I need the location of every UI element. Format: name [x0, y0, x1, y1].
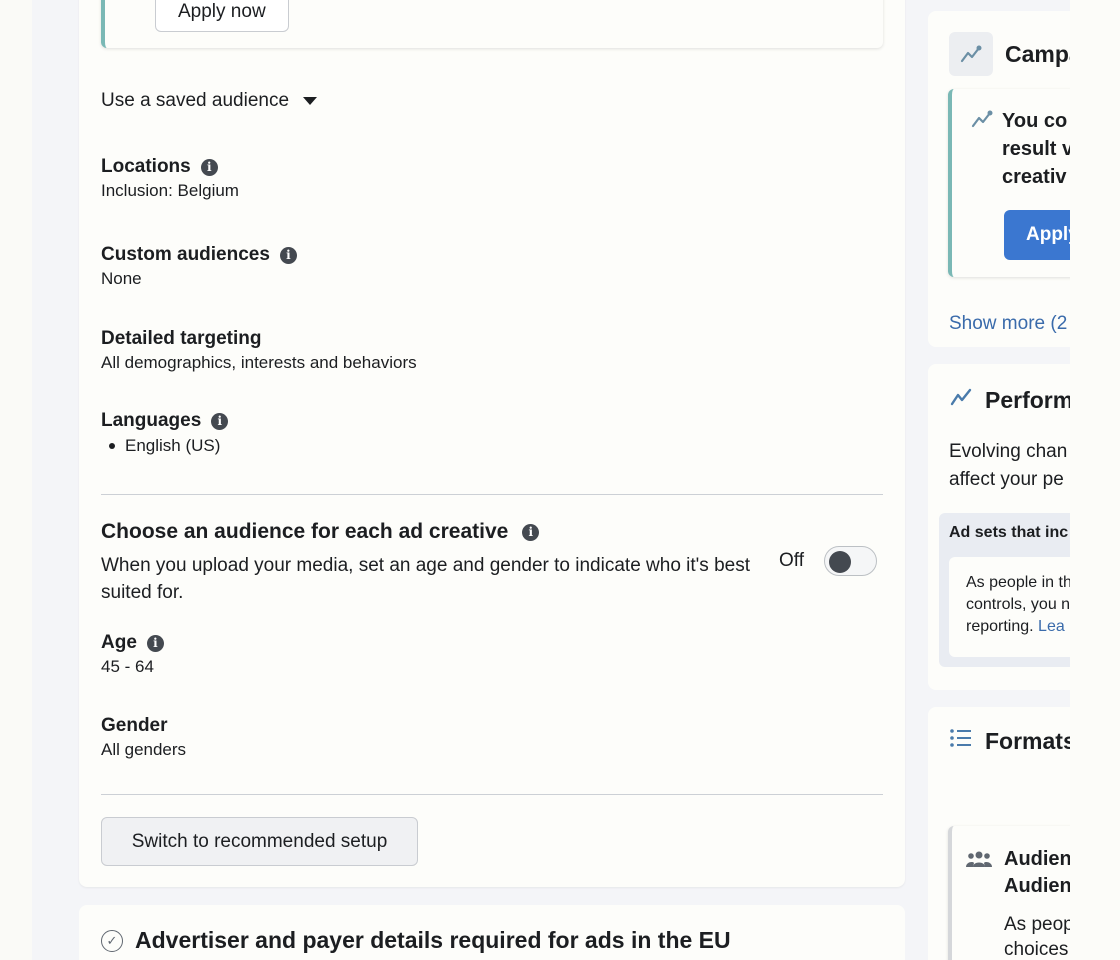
age-value: 45 - 64 [101, 657, 154, 676]
saved-audience-label: Use a saved audience [101, 90, 290, 111]
audience-title-line: Audien [1004, 848, 1070, 870]
info-icon[interactable]: i [200, 158, 218, 176]
locations-field: Locations i Inclusion: Belgium [101, 156, 239, 201]
choose-audience-title: Choose an audience for each ad creative … [101, 520, 540, 544]
age-label: Age [101, 632, 137, 653]
languages-label: Languages [101, 410, 202, 431]
language-value: English (US) [125, 436, 221, 455]
gender-label: Gender [101, 715, 168, 736]
formats-audience-text: As peop choices [1004, 912, 1070, 960]
campaign-header: Campa [949, 32, 1070, 76]
list-icon [949, 727, 973, 755]
performance-header: Perform [949, 386, 1070, 414]
divider [101, 794, 883, 795]
formats-audience-title: Audien Audien [1004, 846, 1070, 900]
gender-field: Gender All genders [101, 715, 186, 760]
info-icon[interactable]: i [522, 523, 540, 541]
campaign-tip-text: You co result v creativ [1002, 107, 1070, 191]
locations-value: Inclusion: Belgium [101, 181, 239, 200]
adsets-line: controls, you n [966, 596, 1070, 613]
saved-audience-dropdown[interactable]: Use a saved audience [101, 90, 318, 112]
list-item: English (US) [109, 436, 228, 456]
switch-to-recommended-button[interactable]: Switch to recommended setup [101, 817, 418, 866]
formats-title: Formats [985, 727, 1070, 754]
adsets-line: reporting. [966, 618, 1034, 635]
tip-line: You co [1002, 110, 1068, 132]
detailed-targeting-value: All demographics, interests and behavior… [101, 353, 417, 372]
audience-toggle[interactable] [824, 546, 877, 576]
tip-line: creativ [1002, 166, 1067, 188]
adsets-text: As people in th controls, you n reportin… [966, 572, 1070, 638]
trend-line-icon [949, 386, 973, 414]
audience-text-line: As peop [1004, 914, 1070, 935]
formats-header: Formats [949, 727, 1070, 755]
bullet-icon [109, 443, 115, 449]
languages-field: Languages i English (US) [101, 410, 229, 456]
formats-audience-box: Audien Audien As peop choices [948, 826, 1070, 960]
performance-line: Evolving chan [949, 441, 1068, 462]
info-icon[interactable]: i [279, 246, 297, 264]
campaign-card: Campa You co result v creativ Apply Show… [928, 11, 1070, 347]
toggle-knob [829, 551, 851, 573]
audience-card: Apply now Use a saved audience Locations… [79, 0, 905, 887]
adsets-inner-box: As people in th controls, you n reportin… [949, 557, 1070, 657]
detailed-targeting-label: Detailed targeting [101, 328, 262, 349]
choose-audience-title-text: Choose an audience for each ad creative [101, 520, 509, 543]
trend-line-icon [949, 32, 993, 76]
audience-title-line: Audien [1004, 875, 1070, 897]
eu-details-title-text: Advertiser and payer details required fo… [135, 927, 731, 953]
custom-audiences-value: None [101, 269, 142, 288]
custom-audiences-field: Custom audiences i None [101, 244, 297, 289]
toggle-state-label: Off [779, 550, 804, 571]
performance-line: affect your pe [949, 469, 1064, 490]
performance-card: Perform Evolving chan affect your pe Ad … [928, 364, 1070, 690]
divider [101, 494, 883, 495]
adsets-title: Ad sets that inc [949, 524, 1069, 541]
custom-audiences-label: Custom audiences [101, 244, 270, 265]
locations-label: Locations [101, 156, 191, 177]
right-sidebar: Campa You co result v creativ Apply Show… [928, 0, 1070, 960]
trend-line-icon [970, 109, 994, 134]
campaign-title: Campa [1005, 40, 1070, 67]
age-field: Age i 45 - 64 [101, 632, 164, 677]
campaign-apply-button[interactable]: Apply [1004, 210, 1070, 260]
show-more-link[interactable]: Show more (2 [949, 313, 1067, 335]
learn-more-link[interactable]: Lea [1038, 618, 1065, 635]
adsets-line: As people in th [966, 574, 1070, 591]
left-gutter [0, 0, 32, 960]
info-icon[interactable]: i [211, 412, 229, 430]
campaign-tip-box: You co result v creativ Apply [948, 89, 1070, 277]
right-edge-background [1070, 0, 1120, 960]
apply-now-button[interactable]: Apply now [155, 0, 289, 32]
performance-title: Perform [985, 386, 1070, 413]
tip-line: result v [1002, 138, 1070, 160]
check-circle-icon: ✓ [101, 929, 123, 952]
info-icon[interactable]: i [146, 634, 164, 652]
recommendation-box: Apply now [101, 0, 883, 48]
audience-text-line: choices [1004, 939, 1069, 960]
eu-details-title: ✓ Advertiser and payer details required … [101, 927, 731, 954]
choose-audience-description: When you upload your media, set an age a… [101, 555, 750, 603]
people-icon [966, 850, 992, 873]
gender-value: All genders [101, 740, 187, 759]
adsets-panel: Ad sets that inc As people in th control… [939, 513, 1070, 667]
performance-text: Evolving chan affect your pe [949, 438, 1067, 494]
detailed-targeting-field: Detailed targeting All demographics, int… [101, 328, 417, 373]
audience-toggle-group: Off [779, 546, 877, 576]
eu-details-card[interactable]: ✓ Advertiser and payer details required … [79, 905, 905, 960]
formats-card: Formats Audien Audien As peop choices [928, 707, 1070, 960]
caret-down-icon [303, 97, 318, 105]
